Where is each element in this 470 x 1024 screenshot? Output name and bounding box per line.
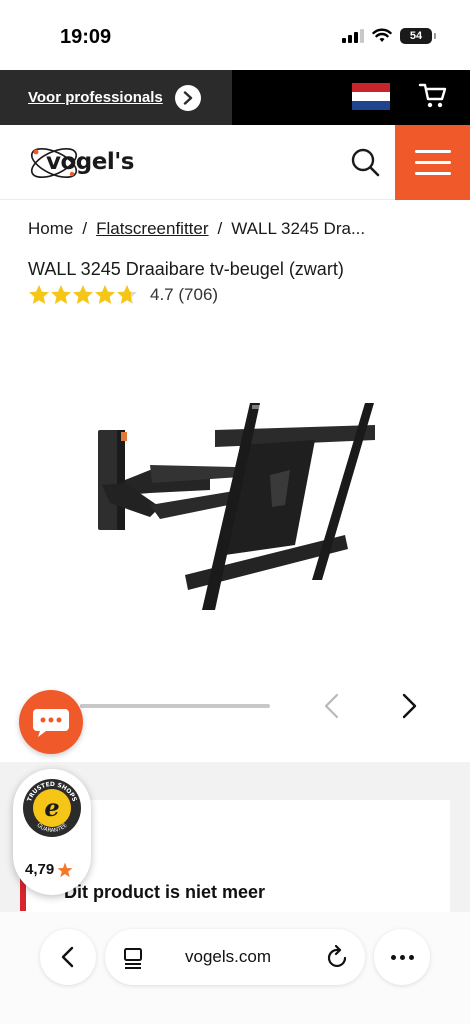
chevron-left-icon (61, 946, 74, 968)
search-icon[interactable] (350, 147, 380, 177)
star-icon (51, 285, 71, 304)
vogels-logo[interactable]: vogel's (28, 140, 150, 186)
notice-text: Dit product is niet meer (64, 882, 266, 902)
breadcrumb-home[interactable]: Home (28, 219, 73, 239)
breadcrumb-flatscreenfitter[interactable]: Flatscreenfitter (96, 219, 208, 239)
hamburger-icon (414, 150, 451, 153)
product-image[interactable] (90, 395, 380, 615)
wifi-icon (372, 28, 392, 42)
rating-count: (706) (178, 285, 219, 304)
product-rating[interactable]: 4.7 (706) (28, 284, 218, 306)
status-time: 19:09 (60, 26, 112, 48)
gallery-progress-track[interactable] (80, 704, 270, 708)
rating-stars (28, 284, 138, 306)
site-header: vogel's (0, 125, 470, 200)
status-bar: 19:09 54 (0, 0, 470, 70)
trusted-shops-badge[interactable]: e TRUSTED SHOPS GUARANTEE 4,79 (13, 769, 91, 895)
professionals-link[interactable]: Voor professionals (0, 70, 232, 125)
browser-back-button[interactable] (40, 929, 96, 985)
more-icon (390, 954, 396, 960)
trusted-shops-score: 4,79 (25, 861, 73, 878)
top-bar: Voor professionals (0, 70, 470, 125)
cart-icon[interactable] (418, 81, 448, 109)
chevron-left-icon[interactable] (320, 692, 344, 720)
cellular-signal-icon (342, 29, 364, 43)
star-icon (117, 285, 137, 304)
chevron-right-icon[interactable] (397, 692, 421, 720)
address-bar[interactable]: vogels.com (105, 929, 365, 985)
star-icon (95, 285, 115, 304)
status-icons: 54 (342, 28, 436, 44)
gallery-progress-fill (80, 704, 175, 708)
trusted-shops-score-value: 4,79 (25, 861, 55, 878)
product-title: WALL 3245 Draaibare tv-beugel (zwart) (28, 259, 344, 279)
battery-icon: 54 (400, 28, 436, 44)
svg-text:e: e (44, 793, 59, 822)
more-options-button[interactable] (374, 929, 430, 985)
tabs-icon[interactable] (123, 947, 143, 969)
menu-button[interactable] (395, 125, 470, 200)
breadcrumb: Home / Flatscreenfitter / WALL 3245 Dra.… (28, 219, 365, 239)
star-icon (29, 285, 49, 304)
professionals-label: Voor professionals (28, 89, 163, 106)
logo-text: vogel's (46, 149, 134, 175)
reload-icon[interactable] (327, 945, 349, 969)
breadcrumb-current: WALL 3245 Dra... (231, 219, 366, 238)
chat-button[interactable] (19, 690, 83, 754)
breadcrumb-separator: / (217, 219, 223, 238)
star-icon (73, 285, 93, 304)
star-icon (57, 862, 73, 877)
dutch-flag-icon[interactable] (352, 83, 390, 110)
url-text: vogels.com (185, 947, 271, 966)
chevron-right-icon (174, 84, 201, 111)
rating-value: 4.7 (150, 285, 174, 304)
breadcrumb-separator: / (82, 219, 88, 238)
trusted-shops-seal-icon: e TRUSTED SHOPS GUARANTEE (23, 779, 81, 837)
chat-icon (33, 709, 69, 737)
